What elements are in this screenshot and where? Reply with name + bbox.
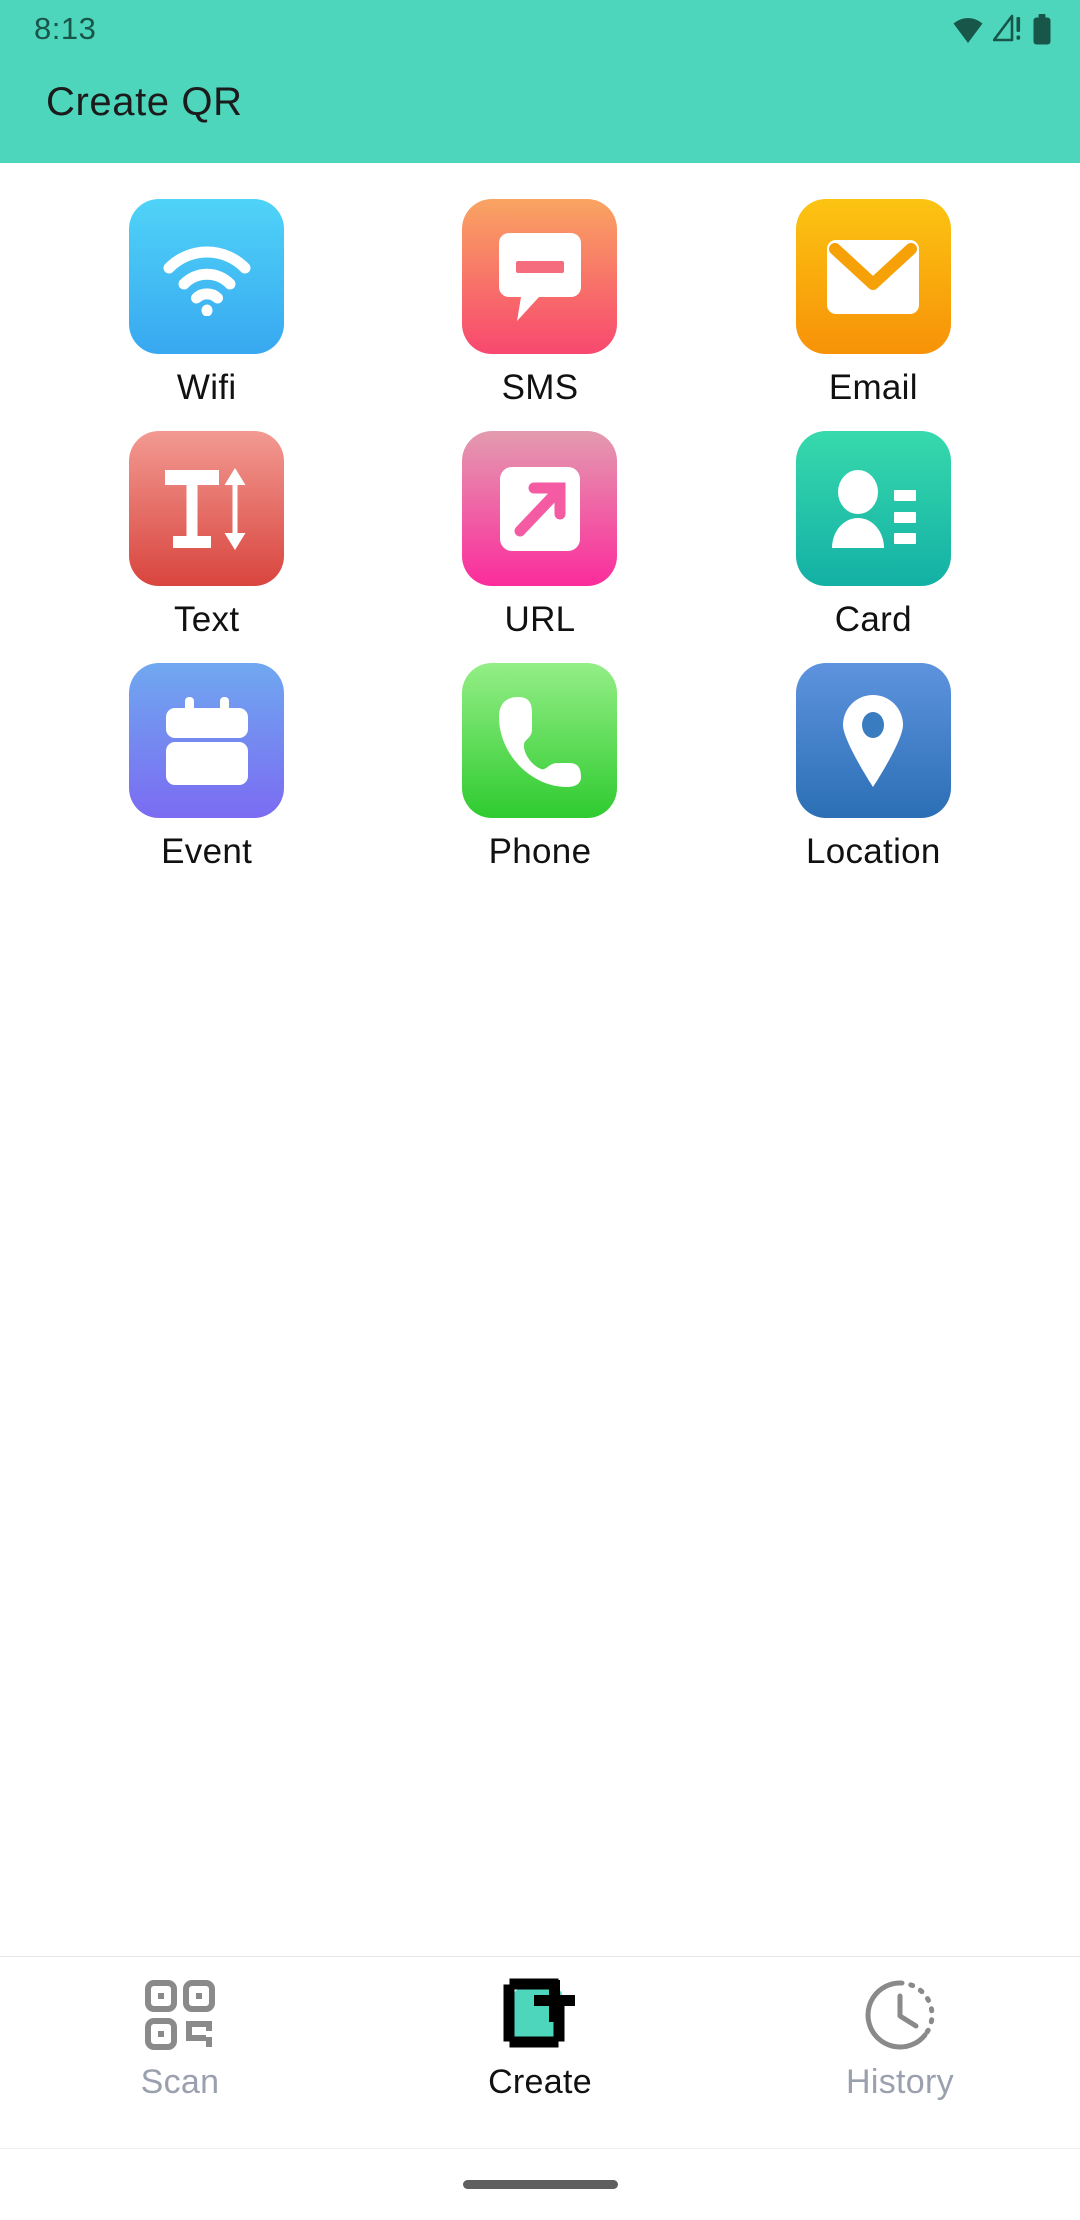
phone-tile[interactable] [462,663,618,818]
event-tile[interactable] [129,663,285,818]
grid-item-label: Text [173,600,240,639]
grid-item-label: Card [834,600,912,639]
grid-item-url[interactable]: URL [373,431,706,637]
page-title: Create QR [46,80,243,124]
nav-tab-scan[interactable]: Scan [0,1979,360,2099]
grid-item-phone[interactable]: Phone [373,663,706,869]
wifi-icon [952,14,984,44]
text-size-icon [163,467,251,550]
app-root: 8:13 Create QR Wifi SMS Email Text URL C… [0,0,1080,2220]
create-qr-icon [503,1978,577,2051]
clock-history-icon [863,1979,937,2051]
grid-item-event[interactable]: Event [40,663,373,869]
contact-card-icon [828,469,918,548]
url-tile[interactable] [462,431,618,586]
status-bar: 8:13 [0,0,1080,58]
grid-item-text[interactable]: Text [40,431,373,637]
grid-item-label: SMS [501,368,579,407]
grid-item-email[interactable]: Email [707,199,1040,405]
link-arrow-icon [499,466,580,551]
grid-item-card[interactable]: Card [707,431,1040,637]
system-gesture-area [0,2148,1080,2220]
cellular-no-service-icon [993,14,1023,44]
grid-item-label: Event [161,832,253,871]
nav-tab-label: Create [488,2063,592,2101]
grid-item-label: Phone [488,832,592,871]
nav-tab-history[interactable]: History [720,1979,1080,2099]
main-content: Wifi SMS Email Text URL Card Event Phone… [0,163,1080,1956]
nav-tab-create[interactable]: Create [360,1978,720,2101]
text-tile[interactable] [129,431,285,586]
grid-item-label: Wifi [176,368,237,407]
home-gesture-bar[interactable] [462,2180,618,2189]
envelope-icon [827,239,920,314]
wifi-icon [161,238,253,316]
nav-tab-label: History [846,2063,954,2101]
location-tile[interactable] [795,663,951,818]
qr-type-grid: Wifi SMS Email Text URL Card Event Phone… [0,199,1080,869]
calendar-icon [164,696,250,785]
status-bar-clock: 8:13 [34,11,97,46]
sms-tile[interactable] [462,199,618,354]
battery-icon [1032,13,1052,45]
status-bar-icons [952,13,1052,45]
grid-item-label: Location [805,832,941,871]
card-tile[interactable] [795,431,951,586]
qr-code-icon [144,1979,216,2051]
map-pin-icon [841,694,905,787]
phone-icon [497,695,583,787]
bottom-navigation: Scan Create History [0,1956,1080,2148]
app-header: 8:13 Create QR [0,0,1080,163]
grid-item-sms[interactable]: SMS [373,199,706,405]
email-tile[interactable] [795,199,951,354]
grid-item-label: Email [828,368,918,407]
wifi-tile[interactable] [129,199,285,354]
message-icon [498,232,581,321]
grid-item-location[interactable]: Location [707,663,1040,869]
grid-item-label: URL [504,600,576,639]
grid-item-wifi[interactable]: Wifi [40,199,373,405]
nav-tab-label: Scan [140,2063,220,2101]
